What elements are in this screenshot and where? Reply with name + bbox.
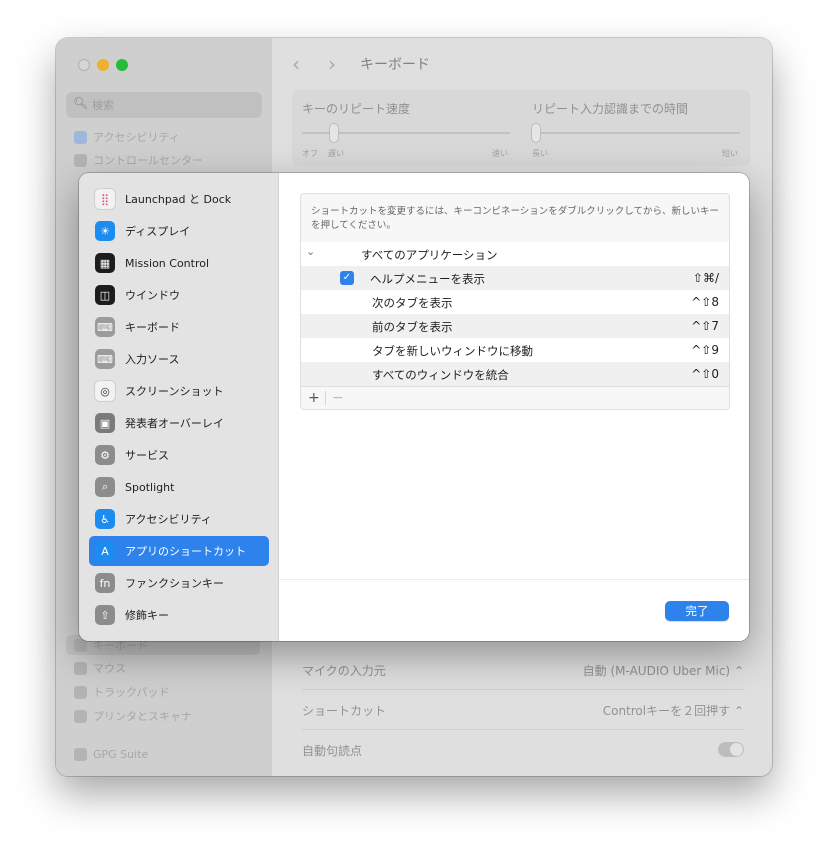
screenshot-icon: ◎ xyxy=(95,381,115,401)
category-label: 入力ソース xyxy=(125,353,180,366)
keyboard-shortcuts-sheet: ⣿ Launchpad と Dock ☀ ディスプレイ ▦ Mission Control… xyxy=(79,173,749,641)
category-label: スクリーンショット xyxy=(125,385,224,398)
done-button[interactable]: 完了 xyxy=(665,601,729,621)
shortcut-label: 前のタブを表示 xyxy=(372,320,453,334)
category-item-fn[interactable]: fn ファンクションキー xyxy=(89,568,269,598)
divider xyxy=(325,391,326,405)
instruction-text: ショートカットを変更するには、キーコンビネーションをダブルクリックしてから、新し… xyxy=(311,206,720,231)
shortcut-label: すべてのウィンドウを統合 xyxy=(372,368,509,382)
fn-icon: fn xyxy=(95,573,115,593)
category-label: ファンクションキー xyxy=(125,577,224,590)
accessibility-icon: ♿ xyxy=(95,509,115,529)
category-label: サービス xyxy=(125,449,169,462)
shortcut-list: ⌄ すべてのアプリケーション ✓ ヘルプメニューを表示 ⇧⌘/ 次のタブを表示 ^⇧8 前… xyxy=(301,242,729,386)
category-label: 発表者オーバーレイ xyxy=(125,417,224,430)
group-label: すべてのアプリケーション xyxy=(361,248,498,262)
shortcut-panel: ショートカットを変更するには、キーコンビネーションをダブルクリックしてから、新し… xyxy=(300,193,730,410)
category-label: アクセシビリティ xyxy=(125,513,212,526)
shortcut-label: タブを新しいウィンドウに移動 xyxy=(372,344,533,358)
launchpad-icon: ⣿ xyxy=(95,189,115,209)
shortcut-keys[interactable]: ^⇧9 xyxy=(691,343,719,357)
add-remove-bar: + − xyxy=(301,386,729,409)
input-source-icon: ⌨ xyxy=(95,349,115,369)
category-item-accessibility[interactable]: ♿ アクセシビリティ xyxy=(89,504,269,534)
window-icon: ◫ xyxy=(95,285,115,305)
presenter-overlay-icon: ▣ xyxy=(95,413,115,433)
shortcut-detail: ショートカットを変更するには、キーコンビネーションをダブルクリックしてから、新し… xyxy=(279,173,749,641)
category-item-gear[interactable]: ⚙ サービス xyxy=(89,440,269,470)
display-icon: ☀ xyxy=(95,221,115,241)
shortcut-row[interactable]: 次のタブを表示 ^⇧8 xyxy=(301,290,729,314)
category-item-screenshot[interactable]: ◎ スクリーンショット xyxy=(89,376,269,406)
disclosure-chevron-down-icon[interactable]: ⌄ xyxy=(306,245,315,258)
category-label: Mission Control xyxy=(125,256,210,270)
group-row[interactable]: ⌄ すべてのアプリケーション xyxy=(301,242,729,266)
category-item-mission-control[interactable]: ▦ Mission Control xyxy=(89,248,269,278)
gear-icon: ⚙ xyxy=(95,445,115,465)
category-label: ディスプレイ xyxy=(125,225,191,238)
category-label: キーボード xyxy=(125,321,180,334)
category-label: アプリのショートカット xyxy=(125,545,246,558)
category-item-app-store[interactable]: A アプリのショートカット xyxy=(89,536,269,566)
shortcut-category-list: ⣿ Launchpad と Dock ☀ ディスプレイ ▦ Mission Control… xyxy=(79,173,279,641)
shortcut-keys[interactable]: ^⇧0 xyxy=(691,367,719,381)
shortcut-label: ヘルプメニューを表示 xyxy=(370,272,485,286)
category-item-window[interactable]: ◫ ウインドウ xyxy=(89,280,269,310)
category-item-keyboard[interactable]: ⌨ キーボード xyxy=(89,312,269,342)
search-icon: ⌕ xyxy=(95,477,115,497)
divider xyxy=(279,579,749,580)
shortcut-keys[interactable]: ⇧⌘/ xyxy=(693,271,719,285)
category-item-input-source[interactable]: ⌨ 入力ソース xyxy=(89,344,269,374)
shortcut-label: 次のタブを表示 xyxy=(372,296,453,310)
app-store-icon: A xyxy=(95,541,115,561)
arrow-up-icon: ⇧ xyxy=(95,605,115,625)
category-label: ウインドウ xyxy=(125,289,180,302)
shortcut-rows: ✓ ヘルプメニューを表示 ⇧⌘/ 次のタブを表示 ^⇧8 前のタブを表示 ^⇧7 タブを新しい… xyxy=(301,266,729,386)
category-item-presenter-overlay[interactable]: ▣ 発表者オーバーレイ xyxy=(89,408,269,438)
shortcut-keys[interactable]: ^⇧8 xyxy=(691,295,719,309)
shortcut-keys[interactable]: ^⇧7 xyxy=(691,319,719,333)
shortcut-row[interactable]: すべてのウィンドウを統合 ^⇧0 xyxy=(301,362,729,386)
shortcut-row[interactable]: ✓ ヘルプメニューを表示 ⇧⌘/ xyxy=(301,266,729,290)
mission-control-icon: ▦ xyxy=(95,253,115,273)
add-button[interactable]: + xyxy=(308,390,320,406)
category-item-search[interactable]: ⌕ Spotlight xyxy=(89,472,269,502)
category-label: Spotlight xyxy=(125,480,175,494)
shortcut-checkbox[interactable]: ✓ xyxy=(340,271,354,285)
shortcut-row[interactable]: タブを新しいウィンドウに移動 ^⇧9 xyxy=(301,338,729,362)
category-item-launchpad[interactable]: ⣿ Launchpad と Dock xyxy=(89,184,269,214)
category-label: 修飾キー xyxy=(125,609,169,622)
keyboard-icon: ⌨ xyxy=(95,317,115,337)
category-item-display[interactable]: ☀ ディスプレイ xyxy=(89,216,269,246)
category-item-arrow-up[interactable]: ⇧ 修飾キー xyxy=(89,600,269,630)
shortcut-row[interactable]: 前のタブを表示 ^⇧7 xyxy=(301,314,729,338)
category-label: Launchpad と Dock xyxy=(125,193,232,206)
remove-button[interactable]: − xyxy=(332,390,344,406)
